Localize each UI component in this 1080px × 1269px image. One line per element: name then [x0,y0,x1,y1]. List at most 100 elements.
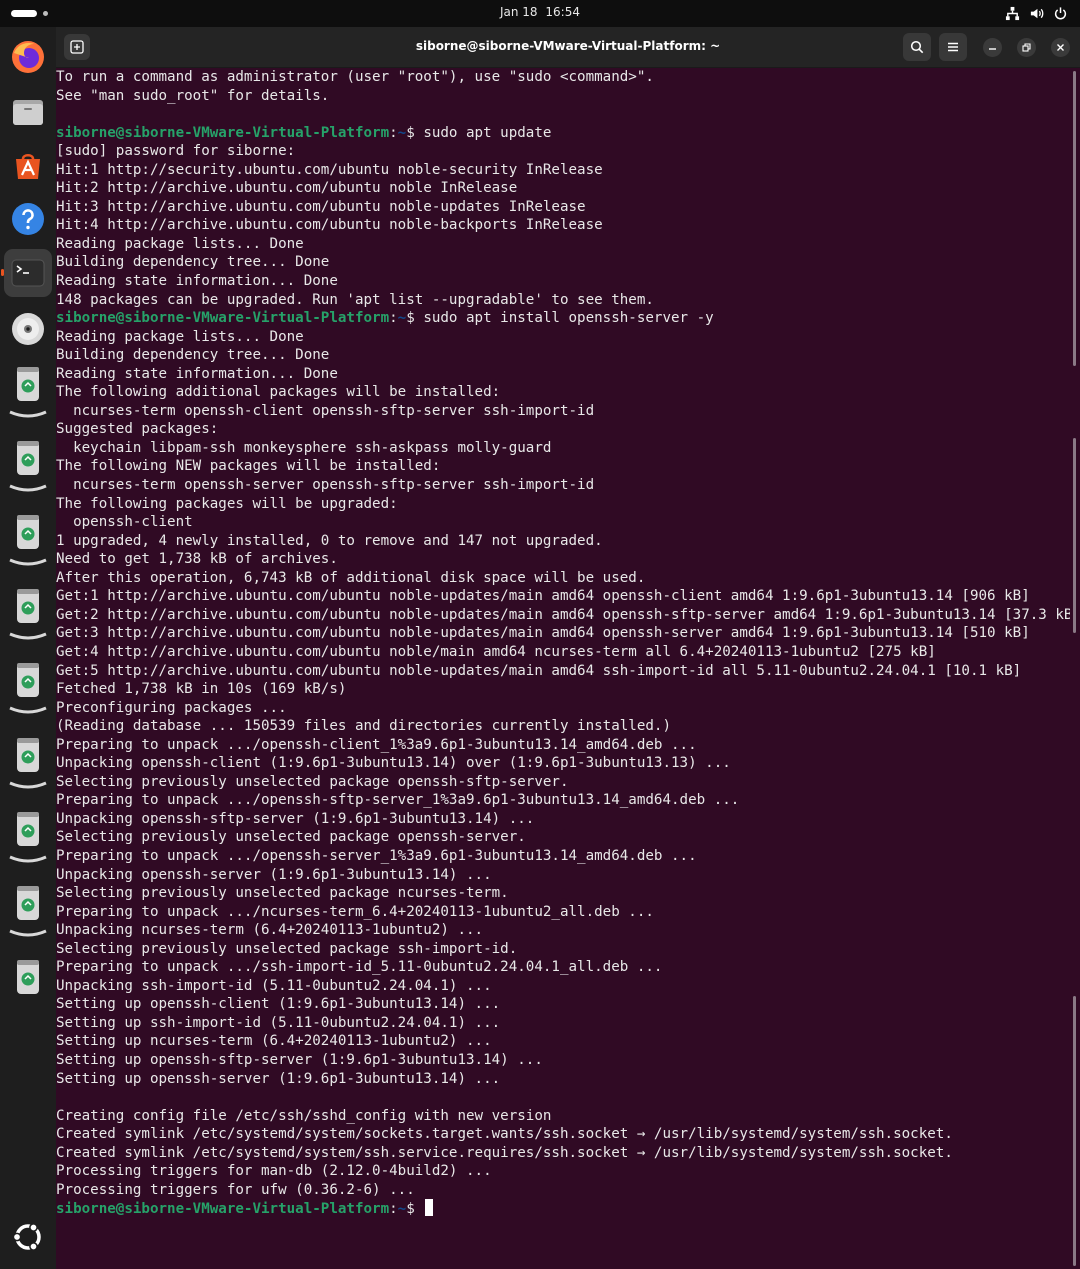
output-line: Suggested packages: [56,421,219,438]
output-line: Preparing to unpack .../ssh-import-id_5.… [56,959,663,976]
restore-button[interactable] [1017,38,1036,57]
output-line: Setting up openssh-sftp-server (1:9.6p1-… [56,1051,543,1068]
top-bar: Jan 18 16:54 [0,0,1080,27]
output-line: Reading package lists... Done [56,328,304,345]
output-line: Processing triggers for man-db (2.12.0-4… [56,1163,492,1180]
output-line: Hit:4 http://archive.ubuntu.com/ubuntu n… [56,217,603,234]
output-line: Creating config file /etc/ssh/sshd_confi… [56,1107,552,1124]
output-line: Selecting previously unselected package … [56,829,526,846]
output-line: Hit:3 http://archive.ubuntu.com/ubuntu n… [56,198,586,215]
menu-button[interactable] [939,33,967,61]
prompt-separator: : [389,310,398,327]
command-text: sudo apt update [423,124,552,141]
output-line: Preparing to unpack .../ncurses-term_6.4… [56,903,654,920]
search-button[interactable] [903,33,931,61]
output-line: Hit:2 http://archive.ubuntu.com/ubuntu n… [56,180,518,197]
output-line: The following additional packages will b… [56,384,501,401]
output-line: Get:4 http://archive.ubuntu.com/ubuntu n… [56,643,936,660]
clock[interactable]: Jan 18 16:54 [0,5,1080,19]
output-line: [sudo] password for siborne: [56,143,296,160]
output-line: Unpacking openssh-sftp-server (1:9.6p1-3… [56,810,535,827]
output-line: 148 packages can be upgraded. Run 'apt l… [56,291,654,308]
power-icon [1054,6,1067,20]
prompt-path: ~ [397,124,407,141]
prompt-line: siborne@siborne-VMware-Virtual-Platform:… [56,124,1070,143]
output-line: Selecting previously unselected package … [56,773,569,790]
output-line: Get:2 http://archive.ubuntu.com/ubuntu n… [56,606,1070,623]
output-line: Fetched 1,738 kB in 10s (169 kB/s) [56,681,347,698]
output-line: Building dependency tree... Done [56,254,330,271]
output-line: After this operation, 6,743 kB of additi… [56,569,646,586]
prompt-user-host: siborne@siborne-VMware-Virtual-Platform [56,310,390,327]
output-line: Setting up ssh-import-id (5.11-0ubuntu2.… [56,1014,501,1031]
output-line: Reading package lists... Done [56,235,304,252]
output-line: Created symlink /etc/systemd/system/sock… [56,1126,953,1143]
output-line: The following packages will be upgraded: [56,495,398,512]
ubuntu-logo-icon [12,1223,41,1251]
terminal-lines: To run a command as administrator (user … [56,68,1070,1218]
output-line: 1 upgraded, 4 newly installed, 0 to remo… [56,532,603,549]
output-line: keychain libpam-ssh monkeysphere ssh-ask… [56,439,552,456]
output-line: Created symlink /etc/systemd/system/ssh.… [56,1144,953,1161]
output-line: Reading state information... Done [56,273,338,290]
output-line: Setting up openssh-client (1:9.6p1-3ubun… [56,996,501,1013]
output-line: The following NEW packages will be insta… [56,458,441,475]
output-line: To run a command as administrator (user … [56,69,654,85]
clock-time: 16:54 [545,5,580,19]
prompt-separator: : [389,124,398,141]
output-line: Unpacking ncurses-term (6.4+20240113-1ub… [56,922,484,939]
output-line: Setting up ncurses-term (6.4+20240113-1u… [56,1033,492,1050]
output-line: Preconfiguring packages ... [56,699,287,716]
prompt-symbol: $ [406,1201,424,1218]
close-button[interactable] [1051,38,1070,57]
restore-icon [1022,43,1031,52]
prompt-path: ~ [397,310,407,327]
scrollbar-segment [1073,996,1076,1266]
output-line: Building dependency tree... Done [56,347,330,364]
output-line: Preparing to unpack .../openssh-sftp-ser… [56,792,740,809]
output-line: Processing triggers for ufw (0.36.2-6) .… [56,1181,415,1198]
output-line: Get:1 http://archive.ubuntu.com/ubuntu n… [56,588,1030,605]
output-line: Unpacking openssh-client (1:9.6p1-3ubunt… [56,755,731,772]
close-icon [1057,44,1064,51]
output-line: Setting up openssh-server (1:9.6p1-3ubun… [56,1070,501,1087]
prompt-separator: : [389,1201,398,1218]
output-line: Preparing to unpack .../openssh-server_1… [56,847,697,864]
prompt-line: siborne@siborne-VMware-Virtual-Platform:… [56,1199,1070,1218]
output-line: Selecting previously unselected package … [56,885,509,902]
text-cursor [425,1199,434,1217]
header-bar[interactable]: siborne@siborne-VMware-Virtual-Platform:… [56,27,1080,68]
output-line: Get:5 http://archive.ubuntu.com/ubuntu n… [56,662,1022,679]
prompt-symbol: $ [406,124,424,141]
scrollbar[interactable] [1070,68,1080,1269]
output-line: Get:3 http://archive.ubuntu.com/ubuntu n… [56,625,1030,642]
output-line: Selecting previously unselected package … [56,940,518,957]
output-line: (Reading database ... 150539 files and d… [56,718,671,735]
volume-icon [1030,8,1044,18]
prompt-user-host: siborne@siborne-VMware-Virtual-Platform [56,1201,390,1218]
scrollbar-segment [1073,71,1076,366]
network-icon [1005,6,1020,20]
hamburger-menu-icon [948,42,958,52]
output-line: ncurses-term openssh-client openssh-sftp… [56,402,595,419]
output-line: Unpacking openssh-server (1:9.6p1-3ubunt… [56,866,492,883]
terminal-window: siborne@siborne-VMware-Virtual-Platform:… [56,27,1080,1269]
prompt-path: ~ [397,1201,407,1218]
minimize-button[interactable] [983,38,1002,57]
dock [0,27,56,1269]
terminal-output[interactable]: To run a command as administrator (user … [56,68,1070,1269]
output-line: openssh-client [56,514,193,531]
show-apps-button[interactable] [4,1213,52,1261]
output-line: Hit:1 http://security.ubuntu.com/ubuntu … [56,161,603,178]
output-line: Preparing to unpack .../openssh-client_1… [56,736,697,753]
dock-separators [9,410,47,937]
prompt-line: siborne@siborne-VMware-Virtual-Platform:… [56,309,1070,328]
output-line: Unpacking ssh-import-id (5.11-0ubuntu2.2… [56,977,492,994]
scrollbar-segment [1073,438,1076,633]
output-line: ncurses-term openssh-server openssh-sftp… [56,477,595,494]
minimize-icon [989,48,996,50]
system-tray[interactable] [1005,5,1068,21]
output-line: Reading state information... Done [56,365,338,382]
search-icon [910,40,924,54]
